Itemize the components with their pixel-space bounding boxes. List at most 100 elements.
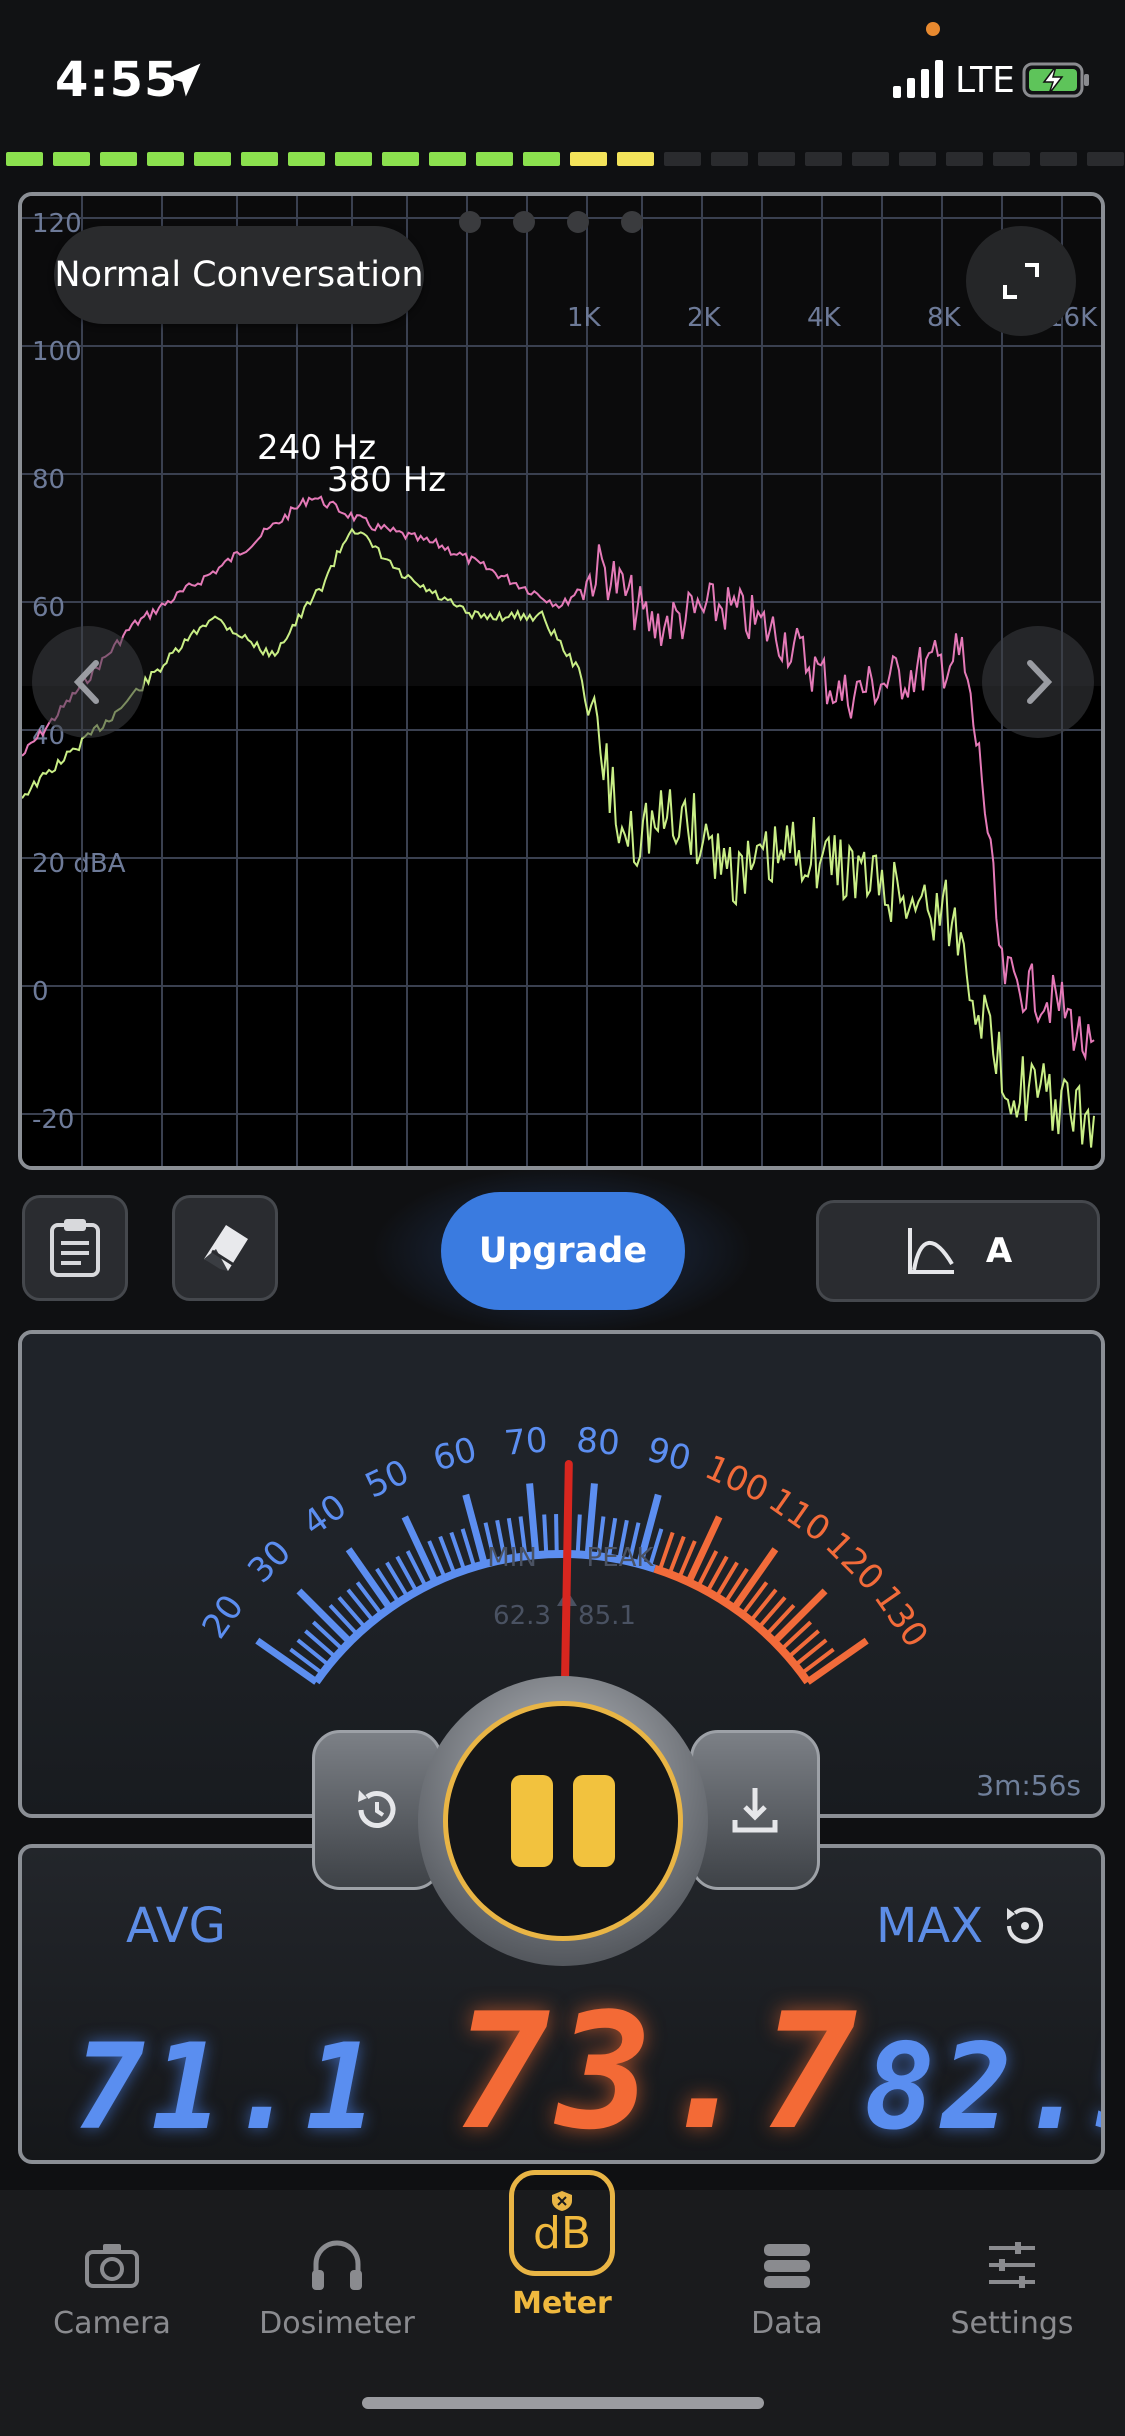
meter-top-shade: [22, 1334, 1101, 1564]
meter-arc: [653, 1564, 812, 1685]
level-segment: [993, 152, 1030, 166]
current-level-value: 73.7: [454, 1978, 864, 2164]
level-segment: [617, 152, 654, 166]
max-label: MAX: [876, 1898, 984, 1954]
privacy-indicator-dot: [926, 22, 940, 36]
level-segment: [100, 152, 137, 166]
download-icon: [732, 1788, 778, 1833]
pause-icon: [573, 1775, 615, 1867]
next-view-button[interactable]: [982, 626, 1094, 738]
spectrum-chart: 12010080604020 dBA0-201K 2K 4K 8K 16K240 Hz3…: [22, 196, 1101, 1166]
chevron-right-icon: [1027, 660, 1053, 704]
page-dot: [513, 211, 535, 233]
tab-label: Data: [751, 2306, 823, 2341]
location-arrow-icon: [167, 63, 201, 97]
level-segment: [241, 152, 278, 166]
level-segment: [335, 152, 372, 166]
save-button[interactable]: [690, 1730, 820, 1890]
y-tick-label: 80: [32, 465, 65, 495]
level-segment: [476, 152, 513, 166]
level-segment: [53, 152, 90, 166]
y-tick-label: 20 dBA: [32, 849, 126, 879]
level-strip: [0, 152, 1125, 172]
x-tick-label: 2K: [687, 303, 722, 333]
level-segment: [523, 152, 560, 166]
meter-scale-label: 130: [866, 1579, 936, 1655]
x-tick-label: 8K: [927, 303, 962, 333]
peak-label: 380 Hz: [327, 460, 446, 500]
pause-ring: [418, 1676, 708, 1966]
tab-camera[interactable]: Camera: [12, 2200, 212, 2341]
eraser-icon: [204, 1225, 248, 1271]
level-segment: [711, 152, 748, 166]
clipboard-icon: [50, 1219, 100, 1277]
y-tick-label: 60: [32, 593, 65, 623]
upgrade-button[interactable]: Upgrade: [441, 1192, 685, 1310]
meter-tick: [346, 1588, 375, 1623]
camera-icon: [85, 2244, 139, 2288]
pause-button[interactable]: [443, 1701, 683, 1941]
meter-tick: [757, 1596, 787, 1629]
meter-scale-label: 80: [575, 1420, 622, 1464]
home-indicator: [362, 2397, 764, 2409]
x-tick-label: 4K: [807, 303, 842, 333]
expand-button[interactable]: [966, 226, 1076, 336]
meter-tick: [793, 1638, 828, 1667]
meter-tick: [542, 1514, 549, 1555]
level-segment: [664, 152, 701, 166]
level-segment: [852, 152, 889, 166]
peak-label: PEAK: [587, 1543, 655, 1573]
page-dot: [621, 211, 643, 233]
tab-settings[interactable]: Settings: [912, 2200, 1112, 2341]
weighting-button[interactable]: A: [816, 1200, 1100, 1302]
meter-scale-label: 20: [194, 1588, 252, 1646]
page-dot: [567, 211, 589, 233]
max-reset-icon[interactable]: [997, 1900, 1049, 1952]
meter-tick: [787, 1629, 820, 1659]
level-segment: [194, 152, 231, 166]
level-segment: [758, 152, 795, 166]
x-tick-label: 1K: [567, 303, 602, 333]
status-time: 4:55: [55, 52, 179, 108]
cellular-signal-icon: [893, 60, 943, 98]
meter-tick: [296, 1638, 331, 1667]
clear-button[interactable]: [172, 1195, 278, 1301]
preset-selector[interactable]: Normal Conversation: [54, 226, 424, 324]
min-label: MIN: [487, 1543, 537, 1573]
spectrum-panel: 120 100 80 60 40 20 dBA 0 -20 1K 2K 4K 8K 16K 240 Hz 3…: [18, 192, 1105, 1170]
level-segment: [899, 152, 936, 166]
level-segment: [1087, 152, 1124, 166]
expand-icon: [1003, 263, 1039, 299]
level-segment: [382, 152, 419, 166]
level-segment: [6, 152, 43, 166]
pause-icon: [511, 1775, 553, 1867]
db-badge-text: dB: [532, 2208, 592, 2259]
network-type-label: LTE: [955, 60, 1015, 101]
headphones-icon: [312, 2240, 362, 2290]
tab-label: Camera: [53, 2306, 171, 2341]
meter-tick: [749, 1588, 778, 1623]
level-segment: [1040, 152, 1077, 166]
chevron-left-icon: [73, 660, 99, 704]
tab-data[interactable]: Data: [687, 2200, 887, 2341]
min-value: 62.3: [493, 1601, 551, 1631]
level-segment: [946, 152, 983, 166]
meter-scale-label: 70: [503, 1420, 550, 1464]
level-segment: [429, 152, 466, 166]
level-segment: [805, 152, 842, 166]
tab-dosimeter[interactable]: Dosimeter: [237, 2200, 437, 2341]
reset-icon: [358, 1790, 396, 1828]
y-tick-label: -20: [32, 1105, 74, 1135]
meter-tick: [575, 1514, 582, 1555]
report-button[interactable]: [22, 1195, 128, 1301]
database-icon: [764, 2244, 810, 2288]
level-segment: [570, 152, 607, 166]
weighting-curve-icon: [907, 1228, 954, 1274]
previous-view-button[interactable]: [32, 626, 144, 738]
tab-label: Settings: [950, 2306, 1074, 2341]
meter-tick: [554, 1514, 559, 1555]
max-value: 82.5: [864, 2018, 1101, 2156]
tab-label: Dosimeter: [259, 2306, 415, 2341]
y-tick-label: 0: [32, 977, 49, 1007]
tab-meter[interactable]: dB Meter: [462, 2170, 662, 2321]
